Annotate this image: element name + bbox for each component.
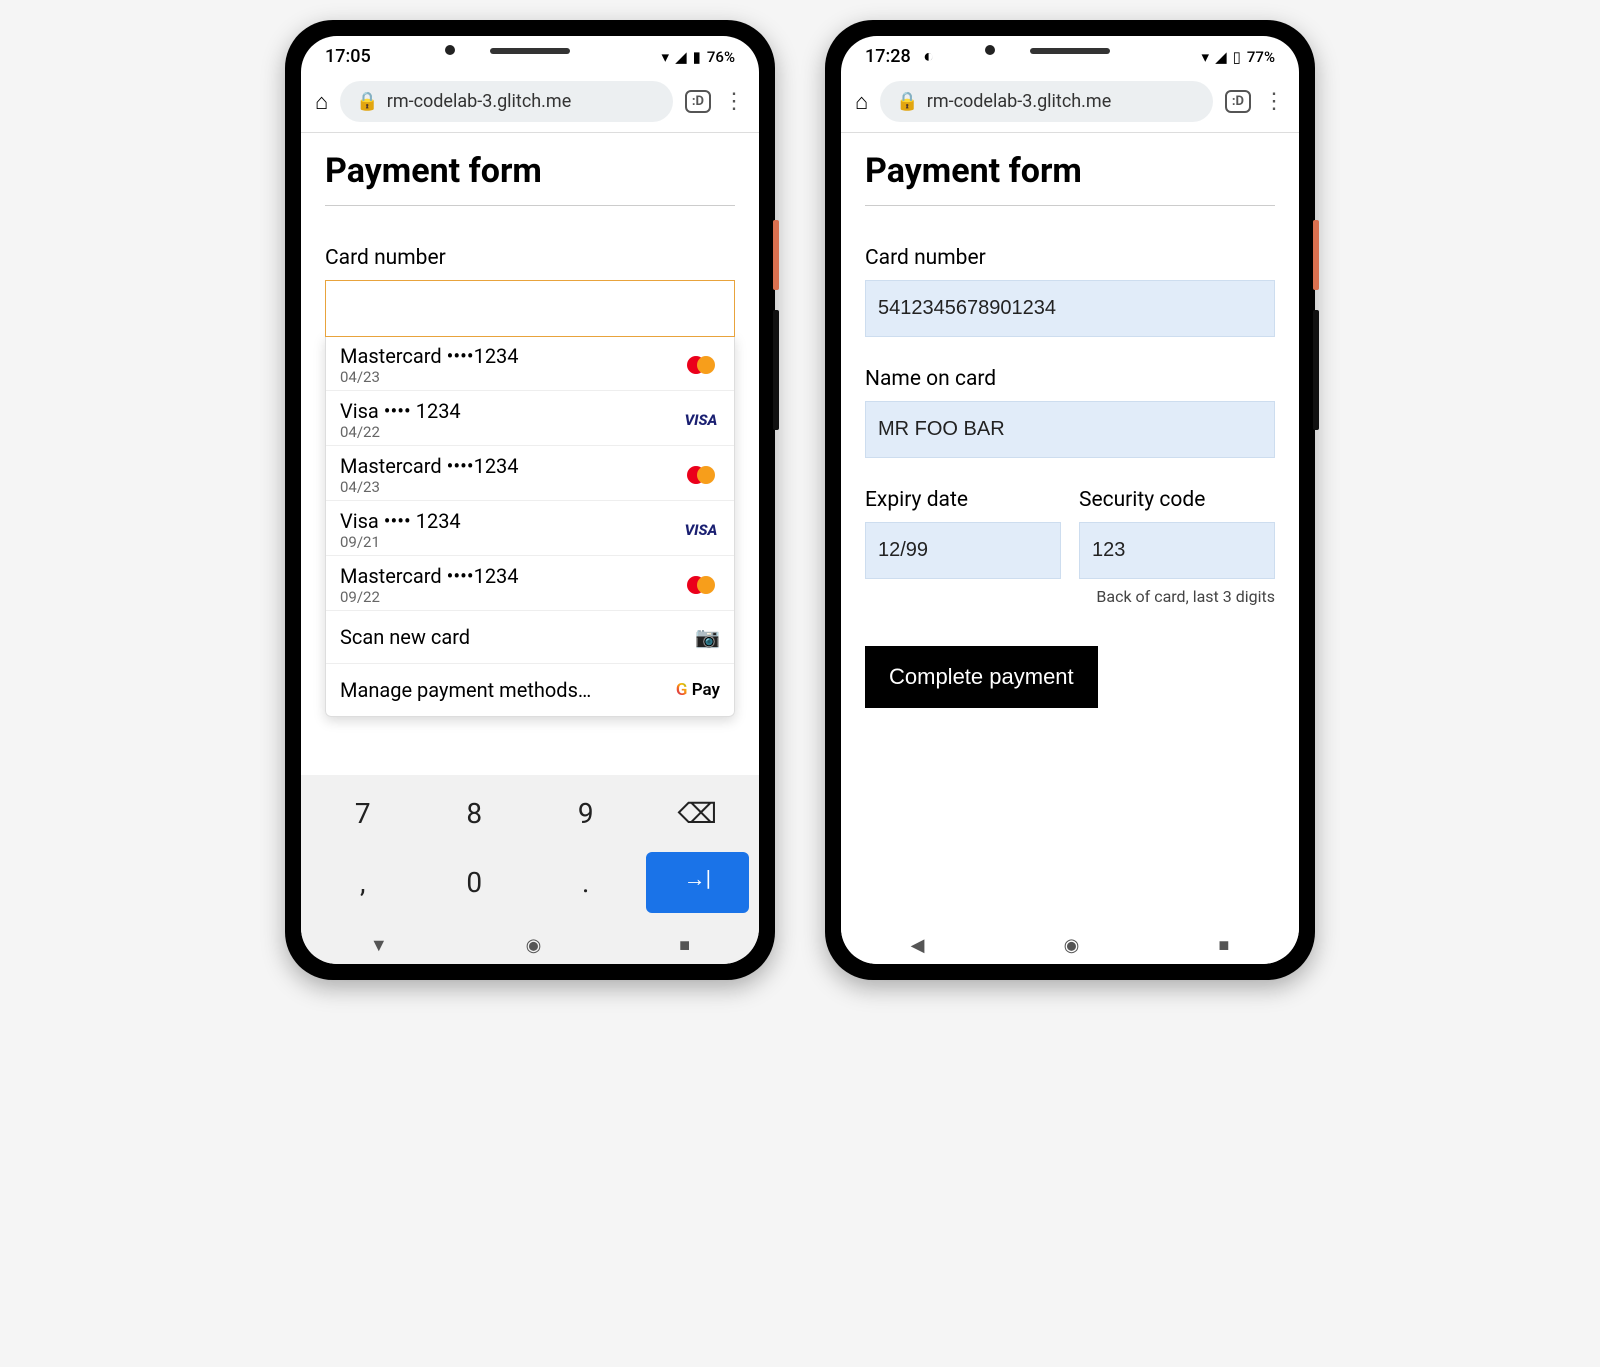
numpad-key-7[interactable]: 7 <box>311 783 415 844</box>
page-content: Payment form Card number Name on card Ex… <box>841 133 1299 923</box>
card-number-input[interactable] <box>865 280 1275 337</box>
nav-home-icon[interactable]: ◉ <box>526 935 542 956</box>
status-time: 17:28 <box>865 46 911 67</box>
cvc-hint: Back of card, last 3 digits <box>865 587 1275 606</box>
status-bar: 17:28 ◐ ▾ ◢ ▯ 77% <box>841 36 1299 71</box>
tab-count-badge[interactable]: :D <box>685 90 711 113</box>
status-icons: ▾ ◢ ▯ 77% <box>1202 48 1275 66</box>
signal-icon: ◢ <box>1215 48 1227 66</box>
data-saver-icon: ◐ <box>923 46 934 67</box>
gpay-icon: G Pay <box>676 680 720 700</box>
numpad-key-.[interactable]: . <box>534 852 638 913</box>
home-icon[interactable]: ⌂ <box>315 89 328 115</box>
mastercard-icon <box>687 576 715 594</box>
numpad-key-8[interactable]: 8 <box>423 783 527 844</box>
card-expiry: 04/22 <box>340 423 461 441</box>
cvc-input[interactable] <box>1079 522 1275 579</box>
status-time: 17:05 <box>325 46 371 67</box>
battery-pct: 76% <box>707 48 735 66</box>
expiry-input[interactable] <box>865 522 1061 579</box>
home-icon[interactable]: ⌂ <box>855 89 868 115</box>
expiry-label: Expiry date <box>865 488 1061 512</box>
mastercard-icon <box>687 356 715 374</box>
tab-count-badge[interactable]: :D <box>1225 90 1251 113</box>
camera-icon: 📷 <box>695 625 720 649</box>
numeric-keyboard: 789⌫ ,0.→| <box>301 775 759 923</box>
nav-home-icon[interactable]: ◉ <box>1064 935 1080 956</box>
power-button <box>1313 220 1319 290</box>
overflow-menu-icon[interactable]: ⋮ <box>1263 89 1285 114</box>
page-title: Payment form <box>865 151 1275 206</box>
name-input[interactable] <box>865 401 1275 458</box>
volume-button <box>773 310 779 430</box>
status-icons: ▾ ◢ ▮ 76% <box>662 48 735 66</box>
screen-left: 17:05 ▾ ◢ ▮ 76% ⌂ 🔒 rm-codelab-3.glitch.… <box>301 36 759 964</box>
battery-icon: ▯ <box>1233 48 1241 66</box>
card-brand-mask: Visa •••• 1234 <box>340 509 461 533</box>
page-title: Payment form <box>325 151 735 206</box>
cvc-label: Security code <box>1079 488 1275 512</box>
page-content: Payment form Card number Mastercard ••••… <box>301 133 759 775</box>
browser-toolbar: ⌂ 🔒 rm-codelab-3.glitch.me :D ⋮ <box>301 71 759 133</box>
battery-pct: 77% <box>1247 48 1275 66</box>
card-number-input[interactable] <box>325 280 735 337</box>
signal-icon: ◢ <box>675 48 687 66</box>
card-brand-mask: Mastercard ••••1234 <box>340 344 519 368</box>
numpad-key-,[interactable]: , <box>311 852 415 913</box>
visa-icon: VISA <box>685 521 718 539</box>
numpad-key-9[interactable]: 9 <box>534 783 638 844</box>
visa-icon: VISA <box>685 411 718 429</box>
autofill-card-item[interactable]: Visa •••• 123404/22 VISA <box>326 391 734 446</box>
address-bar[interactable]: 🔒 rm-codelab-3.glitch.me <box>340 81 673 122</box>
enter-key[interactable]: →| <box>646 852 750 913</box>
nav-recent-icon[interactable]: ■ <box>1219 935 1230 956</box>
phone-mockup-left: 17:05 ▾ ◢ ▮ 76% ⌂ 🔒 rm-codelab-3.glitch.… <box>285 20 775 980</box>
card-number-label: Card number <box>325 246 735 270</box>
overflow-menu-icon[interactable]: ⋮ <box>723 89 745 114</box>
volume-button <box>1313 310 1319 430</box>
lock-icon: 🔒 <box>896 91 918 112</box>
card-number-label: Card number <box>865 246 1275 270</box>
card-brand-mask: Mastercard ••••1234 <box>340 454 519 478</box>
autofill-dropdown: Mastercard ••••123404/23Visa •••• 123404… <box>325 336 735 717</box>
url-text: rm-codelab-3.glitch.me <box>927 91 1112 112</box>
status-bar: 17:05 ▾ ◢ ▮ 76% <box>301 36 759 71</box>
backspace-key[interactable]: ⌫ <box>646 783 750 844</box>
card-expiry: 09/21 <box>340 533 461 551</box>
numpad-key-0[interactable]: 0 <box>423 852 527 913</box>
manage-payment-methods[interactable]: Manage payment methods… G Pay <box>326 664 734 716</box>
system-nav-bar: ◀ ◉ ■ <box>841 923 1299 964</box>
wifi-icon: ▾ <box>1202 48 1210 66</box>
complete-payment-button[interactable]: Complete payment <box>865 646 1098 708</box>
address-bar[interactable]: 🔒 rm-codelab-3.glitch.me <box>880 81 1213 122</box>
autofill-card-item[interactable]: Mastercard ••••123409/22 <box>326 556 734 611</box>
phone-mockup-right: 17:28 ◐ ▾ ◢ ▯ 77% ⌂ 🔒 rm-codelab-3.glitc… <box>825 20 1315 980</box>
browser-toolbar: ⌂ 🔒 rm-codelab-3.glitch.me :D ⋮ <box>841 71 1299 133</box>
scan-new-card-label: Scan new card <box>340 625 470 649</box>
card-brand-mask: Visa •••• 1234 <box>340 399 461 423</box>
mastercard-icon <box>687 466 715 484</box>
lock-icon: 🔒 <box>356 91 378 112</box>
power-button <box>773 220 779 290</box>
battery-icon: ▮ <box>693 48 701 66</box>
nav-recent-icon[interactable]: ■ <box>679 935 690 956</box>
system-nav-bar: ▼ ◉ ■ <box>301 923 759 964</box>
autofill-card-item[interactable]: Visa •••• 123409/21 VISA <box>326 501 734 556</box>
scan-new-card[interactable]: Scan new card 📷 <box>326 611 734 664</box>
url-text: rm-codelab-3.glitch.me <box>387 91 572 112</box>
card-brand-mask: Mastercard ••••1234 <box>340 564 519 588</box>
nav-back-icon[interactable]: ◀ <box>911 935 925 956</box>
autofill-card-item[interactable]: Mastercard ••••123404/23 <box>326 336 734 391</box>
card-expiry: 09/22 <box>340 588 519 606</box>
card-expiry: 04/23 <box>340 368 519 386</box>
manage-payment-label: Manage payment methods… <box>340 678 591 702</box>
autofill-card-item[interactable]: Mastercard ••••123404/23 <box>326 446 734 501</box>
name-label: Name on card <box>865 367 1275 391</box>
wifi-icon: ▾ <box>662 48 670 66</box>
card-expiry: 04/23 <box>340 478 519 496</box>
screen-right: 17:28 ◐ ▾ ◢ ▯ 77% ⌂ 🔒 rm-codelab-3.glitc… <box>841 36 1299 964</box>
nav-back-icon[interactable]: ▼ <box>370 935 388 956</box>
